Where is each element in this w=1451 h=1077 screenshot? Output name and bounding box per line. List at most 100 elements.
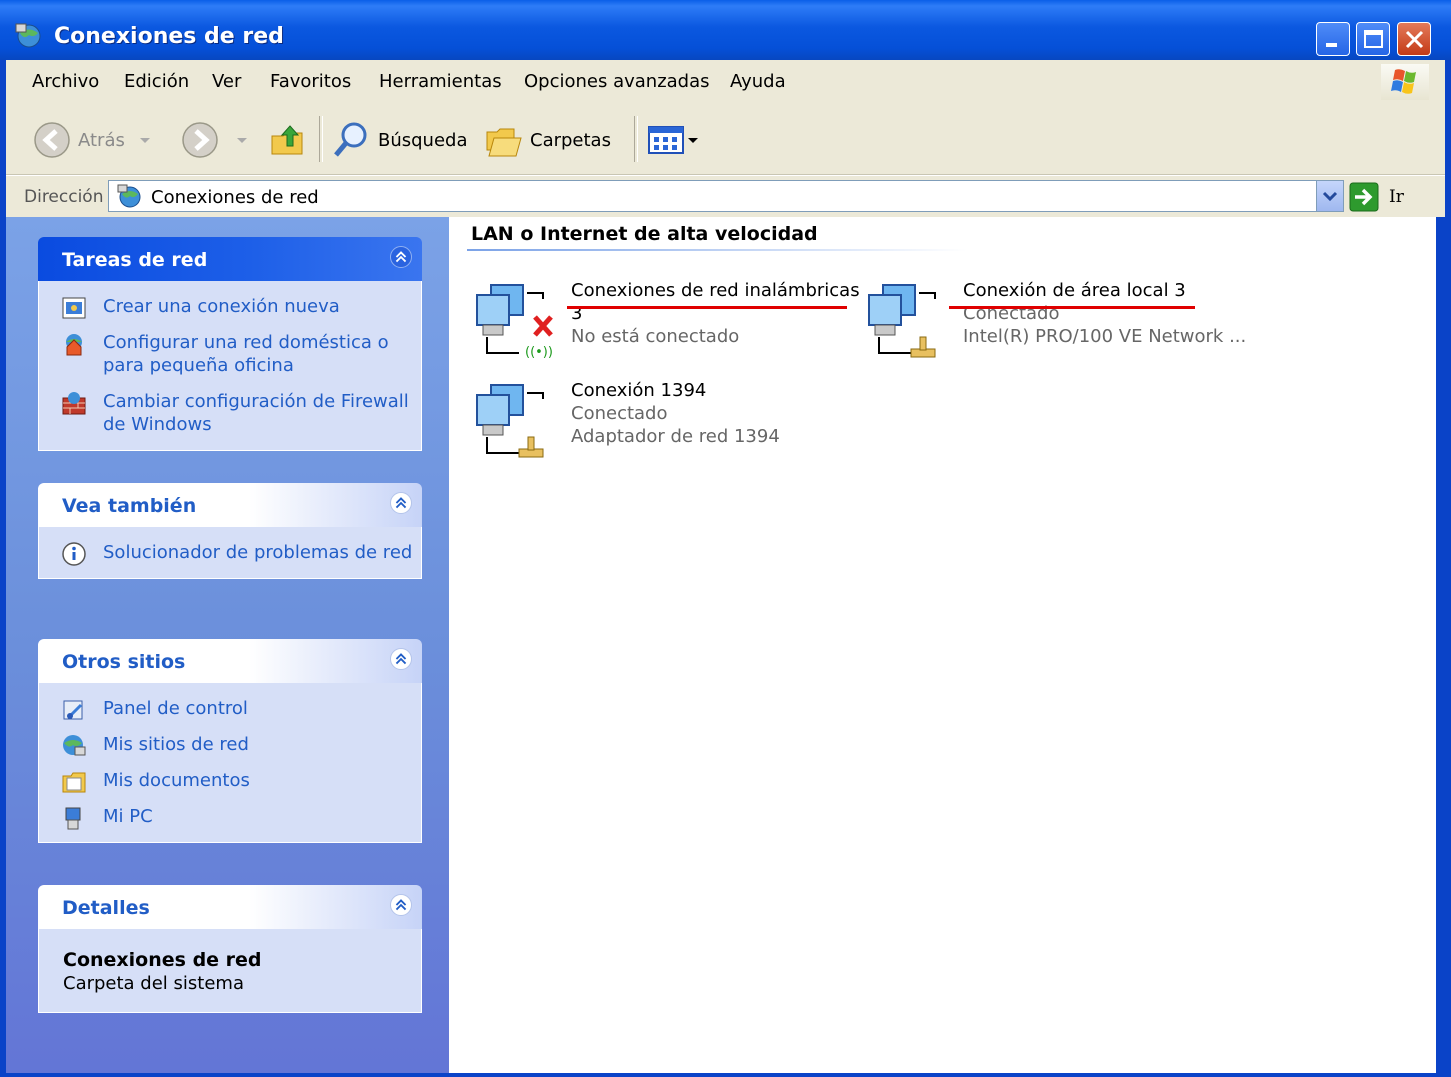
forward-dropdown-icon [237,138,247,143]
connection-device: Intel(R) PRO/100 VE Network ... [963,326,1247,347]
connection-status: Conectado [571,403,668,424]
title-bar[interactable]: Conexiones de red [0,0,1451,60]
folders-label: Carpetas [530,129,611,151]
views-dropdown-icon [688,138,698,143]
forward-button[interactable] [180,118,252,162]
back-dropdown-icon [139,138,150,143]
menu-opciones-avanzadas[interactable]: Opciones avanzadas [524,71,710,92]
views-button[interactable] [646,118,700,162]
my-documents-link[interactable]: Mis documentos [39,769,421,793]
network-tasks-panel: Tareas de red Crear una conexión nueva C… [38,237,422,451]
content-area: LAN o Internet de alta velocidad ((•)) C… [449,217,1436,1077]
connection-item-wireless[interactable]: ((•)) Conexiones de red inalámbricas 3 N… [471,279,861,363]
network-connections-icon [117,184,141,208]
connection-name: Conexión 1394 [571,380,707,401]
wireless-connection-icon: ((•)) [476,284,553,360]
panel-title: Tareas de red [62,249,208,271]
address-label: Dirección [24,187,104,207]
menu-edicion[interactable]: Edición [124,71,189,92]
window-title: Conexiones de red [54,24,284,49]
group-header: LAN o Internet de alta velocidad [471,223,818,245]
back-button[interactable]: Atrás [32,118,155,162]
computer-icon [65,807,81,830]
up-folder-icon [271,125,303,155]
minimize-button[interactable] [1316,22,1350,56]
toolbar-separator [634,116,638,162]
menu-ayuda[interactable]: Ayuda [730,71,786,92]
new-connection-icon [62,297,86,319]
menu-ver[interactable]: Ver [212,71,241,92]
control-panel-link[interactable]: Panel de control [39,697,421,720]
views-icon [648,126,684,154]
info-icon [62,542,86,566]
menu-archivo[interactable]: Archivo [32,71,99,92]
network-tasks-body: Crear una conexión nueva Configurar una … [38,281,422,451]
search-icon [334,122,367,157]
connection-name: Conexiones de red inalámbricas 3 [571,280,860,324]
annotation-underline [567,306,847,309]
maximize-button[interactable] [1356,22,1390,56]
svg-text:((•)): ((•)) [525,345,553,360]
details-body: Conexiones de red Carpeta del sistema [38,929,422,1013]
see-also-panel: Vea también Solucionador de problemas de… [38,483,422,579]
collapse-icon[interactable] [390,648,412,670]
details-name: Conexiones de red [63,949,262,971]
group-divider [467,249,967,251]
search-label: Búsqueda [378,129,468,151]
panel-title: Vea también [62,495,197,517]
annotation-underline [949,306,1195,309]
search-button[interactable]: Búsqueda [332,118,468,162]
panel-title: Detalles [62,897,150,919]
close-icon [1405,30,1424,49]
address-dropdown-button[interactable] [1316,181,1343,211]
connection-item-1394[interactable]: Conexión 1394 Conectado Adaptador de red… [471,379,861,463]
up-folder-button[interactable] [268,118,308,162]
connection-item-lan[interactable]: Conexión de área local 3 Conectado Intel… [863,279,1263,363]
see-also-body: Solucionador de problemas de red [38,527,422,579]
back-arrow-icon [34,122,70,158]
toolbar: Atrás Búsqueda Carpetas [6,104,1445,175]
details-header[interactable]: Detalles [38,885,422,929]
other-places-panel: Otros sitios Panel de control Mis sitios… [38,639,422,843]
other-places-header[interactable]: Otros sitios [38,639,422,683]
my-network-places-link[interactable]: Mis sitios de red [39,733,421,756]
go-label: Ir [1389,187,1404,207]
collapse-icon[interactable] [390,246,412,268]
network-tasks-header[interactable]: Tareas de red [38,237,422,281]
create-connection-link[interactable]: Crear una conexión nueva [39,295,421,319]
address-bar: Dirección Conexiones de red Ir [6,175,1445,218]
folders-button[interactable]: Carpetas [484,118,611,162]
firewall-link[interactable]: Cambiar configuración de Firewall de Win… [39,390,421,436]
lan-connection-icon [868,284,936,358]
toolbar-separator [319,116,323,162]
my-computer-link[interactable]: Mi PC [39,805,421,830]
details-type: Carpeta del sistema [63,973,244,994]
maximize-icon [1364,30,1383,48]
menu-favoritos[interactable]: Favoritos [270,71,351,92]
details-panel: Detalles Conexiones de red Carpeta del s… [38,885,422,1013]
address-value: Conexiones de red [151,187,319,208]
menu-herramientas[interactable]: Herramientas [379,71,502,92]
collapse-icon[interactable] [390,492,412,514]
collapse-icon[interactable] [390,894,412,916]
menu-bar: Archivo Edición Ver Favoritos Herramient… [6,60,1445,105]
window-bottom-border [0,1073,1451,1077]
address-input[interactable]: Conexiones de red [108,180,1344,212]
task-pane: Tareas de red Crear una conexión nueva C… [6,217,449,1077]
home-network-link[interactable]: Configurar una red doméstica o para pequ… [39,331,421,377]
window-right-border [1436,217,1451,1077]
go-button[interactable]: Ir [1349,182,1404,212]
see-also-header[interactable]: Vea también [38,483,422,527]
connection-name: Conexión de área local 3 [963,280,1186,301]
go-arrow-icon [1349,182,1379,212]
connection-device: Adaptador de red 1394 [571,426,780,447]
chevron-down-icon [1322,191,1338,202]
close-button[interactable] [1397,22,1431,56]
forward-arrow-icon [182,122,218,158]
explorer-window: Conexiones de red Archivo Edición Ver Fa… [0,0,1451,1077]
home-network-icon [66,334,82,356]
troubleshooter-link[interactable]: Solucionador de problemas de red [39,541,421,566]
lan-connection-icon [476,384,544,458]
control-panel-icon [63,700,83,720]
firewall-icon [62,392,86,415]
